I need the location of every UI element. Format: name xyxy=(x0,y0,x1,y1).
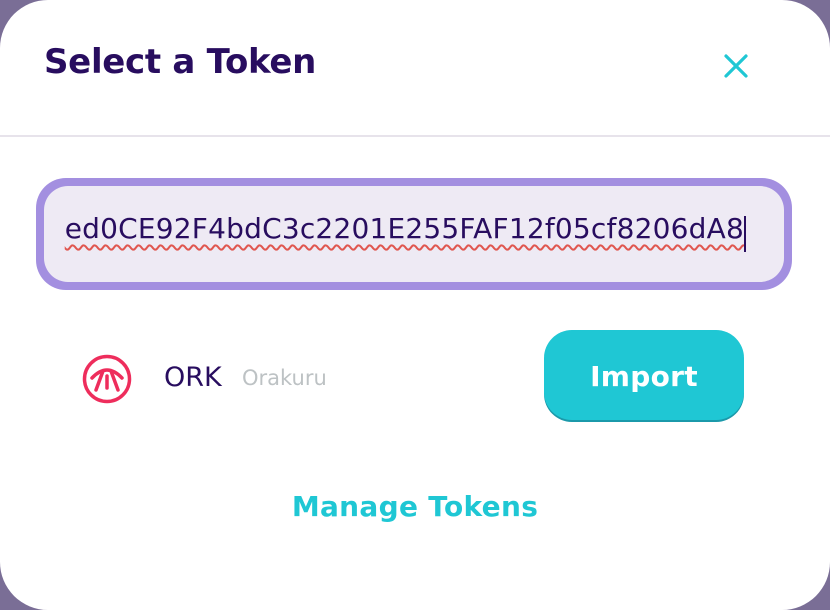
token-search-input-focus-ring: ed0CE92F4bdC3c2201E255FAF12f05cf8206dA8 xyxy=(36,178,792,290)
token-result-row: ORK Orakuru Import xyxy=(0,330,830,426)
close-button[interactable] xyxy=(714,44,758,88)
token-search-input[interactable]: ed0CE92F4bdC3c2201E255FAF12f05cf8206dA8 xyxy=(44,186,784,282)
token-name: Orakuru xyxy=(242,366,327,390)
text-caret xyxy=(744,216,746,252)
close-icon xyxy=(724,54,748,78)
manage-tokens-button[interactable]: Manage Tokens xyxy=(0,490,830,523)
token-symbol: ORK xyxy=(164,362,222,393)
orakuru-logo-icon xyxy=(82,354,132,404)
modal-title: Select a Token xyxy=(44,42,317,82)
token-address-value: ed0CE92F4bdC3c2201E255FAF12f05cf8206dA8 xyxy=(64,212,744,245)
select-token-modal: Select a Token ed0CE92F4bdC3c2201E255FAF… xyxy=(0,0,830,610)
modal-header: Select a Token xyxy=(0,0,830,137)
import-button[interactable]: Import xyxy=(544,330,744,422)
